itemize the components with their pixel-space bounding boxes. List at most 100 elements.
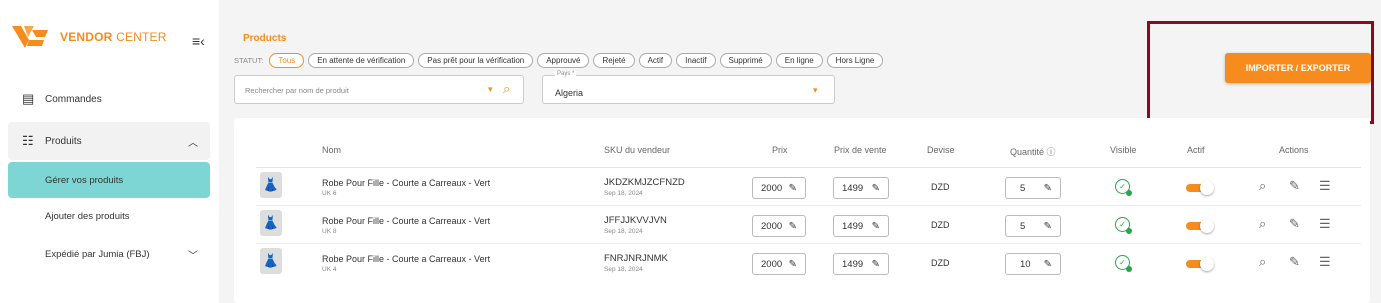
pencil-icon[interactable]: ✎ [872, 259, 880, 270]
notes-icon[interactable]: ☰ [1319, 178, 1331, 194]
pencil-icon[interactable]: ✎ [789, 183, 797, 194]
edit-icon[interactable]: ✎ [1289, 178, 1300, 194]
pencil-icon[interactable]: ✎ [789, 259, 797, 270]
col-header-nom: Nom [322, 145, 342, 155]
notes-icon[interactable]: ☰ [1319, 254, 1331, 270]
pencil-icon[interactable]: ✎ [872, 183, 880, 194]
sidebar-item-commandes[interactable]: ▤ Commandes [0, 80, 219, 118]
visible-check-icon: ✓ [1115, 217, 1132, 234]
main-content: Products STATUT: Tous En attente de véri… [219, 0, 1381, 303]
chevron-down-icon: ﹀ [188, 250, 198, 262]
status-chip-tous[interactable]: Tous [269, 53, 305, 68]
brand-bold: VENDOR [60, 30, 113, 44]
product-size: UK 4 [322, 266, 337, 273]
edit-icon[interactable]: ✎ [1289, 216, 1300, 232]
col-header-quantite-label: Quantité [1010, 147, 1045, 157]
active-toggle[interactable] [1186, 219, 1214, 233]
view-details-icon[interactable]: ⌕ [1259, 178, 1266, 194]
status-chip-actif[interactable]: Actif [638, 53, 673, 68]
view-details-icon[interactable]: ⌕ [1259, 254, 1266, 270]
quantity-field[interactable]: 5 ✎ [1005, 177, 1061, 199]
product-thumbnail[interactable]: 👗 [260, 172, 282, 198]
sale-price-value: 1499 [842, 182, 864, 194]
product-thumbnail[interactable]: 👗 [260, 210, 282, 236]
status-chip-hors-ligne[interactable]: Hors Ligne [826, 53, 884, 68]
price-field[interactable]: 2000 ✎ [752, 253, 806, 275]
toggle-knob [1200, 257, 1214, 271]
visible-check-icon: ✓ [1115, 179, 1132, 196]
sidebar-item-label: Commandes [45, 93, 102, 105]
caret-down-icon: ▾ [813, 85, 818, 95]
quantity-field[interactable]: 5 ✎ [1005, 215, 1061, 237]
active-toggle[interactable] [1186, 257, 1214, 271]
table-row: 👗 Robe Pour Fille - Courte a Carreaux - … [234, 168, 1370, 206]
col-header-visible: Visible [1110, 145, 1137, 155]
col-header-actif: Actif [1187, 145, 1205, 155]
sale-price-field[interactable]: 1499 ✎ [833, 253, 889, 275]
pencil-icon[interactable]: ✎ [1044, 221, 1052, 232]
chevron-up-icon: ︿ [188, 137, 198, 149]
country-value: Algeria [555, 88, 584, 98]
sale-price-value: 1499 [842, 220, 864, 232]
price-field[interactable]: 2000 ✎ [752, 215, 806, 237]
pencil-icon[interactable]: ✎ [872, 221, 880, 232]
status-chip-en-ligne[interactable]: En ligne [775, 53, 823, 68]
sale-price-field[interactable]: 1499 ✎ [833, 215, 889, 237]
sidebar-item-gerer-produits[interactable]: Gérer vos produits [8, 162, 210, 198]
country-select[interactable]: Pays * Algeria ▾ [542, 71, 835, 104]
help-icon[interactable]: ⓘ [1047, 147, 1056, 157]
status-chip-rejete[interactable]: Rejeté [593, 53, 635, 68]
status-chip-supprime[interactable]: Supprimé [719, 53, 772, 68]
currency: DZD [931, 220, 950, 230]
brand-name: VENDOR CENTER [60, 30, 167, 44]
sidebar-item-ajouter-produits[interactable]: Ajouter des produits [8, 198, 210, 234]
status-chip-en-attente[interactable]: En attente de vérification [308, 53, 415, 68]
product-name[interactable]: Robe Pour Fille - Courte a Carreaux - Ve… [322, 254, 490, 264]
sidebar: VENDOR CENTER ≡‹ ▤ Commandes ☷ Produits … [0, 0, 219, 303]
logo[interactable]: VENDOR CENTER [12, 26, 167, 48]
products-table: Nom SKU du vendeur Prix Prix de vente De… [234, 118, 1370, 303]
sidebar-item-fbj[interactable]: Expédié par Jumia (FBJ) ﹀ [8, 236, 210, 272]
status-chip-pas-pret[interactable]: Pas prêt pour la vérification [418, 53, 534, 68]
search-placeholder: Rechercher par nom de produit [245, 86, 349, 95]
col-header-prix-vente: Prix de vente [834, 145, 887, 155]
product-date: Sep 18, 2024 [604, 266, 643, 273]
active-toggle[interactable] [1186, 181, 1214, 195]
vendor-logo-icon [12, 26, 48, 48]
visible-check-icon: ✓ [1115, 255, 1132, 272]
quantity-value: 5 [1020, 220, 1026, 232]
product-name[interactable]: Robe Pour Fille - Courte a Carreaux - Ve… [322, 178, 490, 188]
quantity-value: 5 [1020, 182, 1026, 194]
pencil-icon[interactable]: ✎ [789, 221, 797, 232]
status-chip-inactif[interactable]: Inactif [676, 53, 716, 68]
price-field[interactable]: 2000 ✎ [752, 177, 806, 199]
status-chip-approuve[interactable]: Approuvé [537, 53, 590, 68]
view-details-icon[interactable]: ⌕ [1259, 216, 1266, 232]
product-name[interactable]: Robe Pour Fille - Courte a Carreaux - Ve… [322, 216, 490, 226]
pencil-icon[interactable]: ✎ [1044, 183, 1052, 194]
country-label: Pays * [555, 71, 577, 77]
quantity-value: 10 [1020, 258, 1031, 270]
currency: DZD [931, 258, 950, 268]
quantity-field[interactable]: 10 ✎ [1005, 253, 1061, 275]
product-sku: JKDZKMJZCFNZD [604, 177, 685, 188]
pencil-icon[interactable]: ✎ [1044, 259, 1052, 270]
product-thumbnail[interactable]: 👗 [260, 248, 282, 274]
collapse-sidebar-icon[interactable]: ≡‹ [192, 33, 205, 49]
sale-price-field[interactable]: 1499 ✎ [833, 177, 889, 199]
product-sku: FNRJNRJNMK [604, 253, 668, 264]
receipt-icon: ▤ [22, 91, 35, 106]
caret-down-icon[interactable]: ▾ [488, 84, 493, 95]
price-value: 2000 [761, 258, 783, 270]
sidebar-item-label: Ajouter des produits [45, 210, 130, 222]
search-input[interactable]: Rechercher par nom de produit ▾ ⌕ [234, 75, 524, 104]
notes-icon[interactable]: ☰ [1319, 216, 1331, 232]
sidebar-item-label: Gérer vos produits [45, 174, 124, 186]
search-icon[interactable]: ⌕ [503, 81, 510, 97]
sidebar-item-produits[interactable]: ☷ Produits ︿ [8, 122, 210, 160]
table-row: 👗 Robe Pour Fille - Courte a Carreaux - … [234, 206, 1370, 244]
toggle-knob [1200, 219, 1214, 233]
brand-light: CENTER [112, 30, 167, 44]
import-export-button[interactable]: IMPORTER / EXPORTER [1225, 53, 1371, 83]
edit-icon[interactable]: ✎ [1289, 254, 1300, 270]
